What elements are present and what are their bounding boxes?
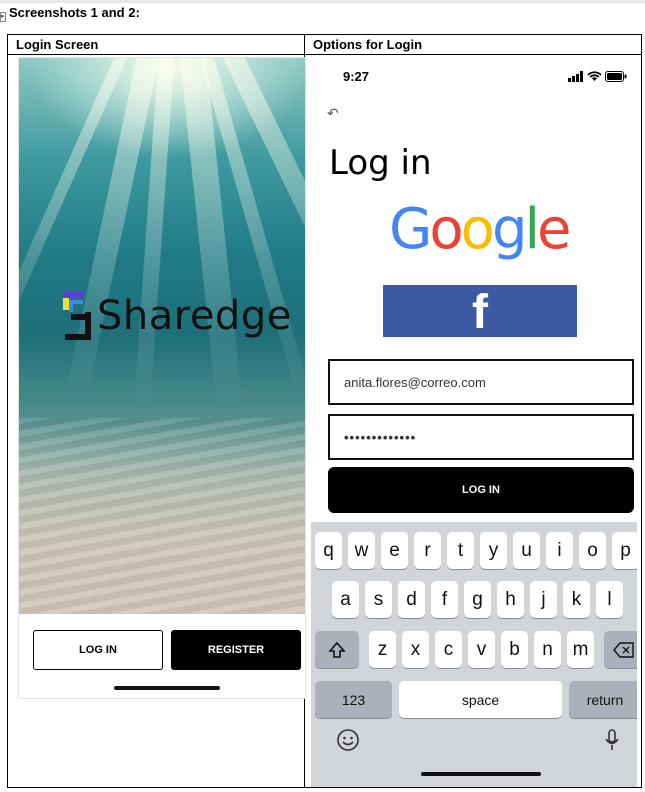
sand-floor bbox=[19, 418, 305, 614]
emoji-icon[interactable] bbox=[335, 727, 361, 753]
battery-icon bbox=[605, 71, 627, 82]
status-time: 9:27 bbox=[343, 69, 370, 84]
facebook-icon: f bbox=[472, 286, 488, 339]
keyboard-row-2: asdfghjkl bbox=[332, 581, 623, 618]
key-j[interactable]: j bbox=[530, 581, 557, 618]
wifi-icon bbox=[587, 71, 602, 81]
home-indicator bbox=[421, 772, 541, 776]
login-options-mockup: 9:27 ↶ Log in Google f anita.flores@corr… bbox=[311, 55, 637, 787]
anchor-icon: ▸ bbox=[0, 12, 6, 22]
back-arrow-icon[interactable]: ↶ bbox=[327, 105, 339, 122]
key-m[interactable]: m bbox=[567, 631, 594, 668]
key-i[interactable]: i bbox=[546, 532, 573, 569]
key-e[interactable]: e bbox=[381, 532, 408, 569]
cell-options-login: 9:27 ↶ Log in Google f anita.flores@corr… bbox=[304, 54, 642, 788]
google-letter: g bbox=[491, 197, 528, 262]
top-rule bbox=[0, 0, 645, 3]
key-y[interactable]: y bbox=[480, 532, 507, 569]
shift-key[interactable] bbox=[315, 631, 359, 668]
sharedge-logo: Sharedge bbox=[61, 290, 292, 342]
brand-name: Sharedge bbox=[97, 293, 292, 339]
key-c[interactable]: c bbox=[435, 631, 462, 668]
backspace-icon bbox=[613, 641, 634, 658]
key-s[interactable]: s bbox=[365, 581, 392, 618]
facebook-login-button[interactable]: f bbox=[383, 285, 577, 337]
key-x[interactable]: x bbox=[402, 631, 429, 668]
login-button[interactable]: LOG IN bbox=[33, 630, 163, 670]
keyboard-row-1: qwertyuiop bbox=[315, 532, 637, 569]
key-a[interactable]: a bbox=[332, 581, 359, 618]
key-b[interactable]: b bbox=[501, 631, 528, 668]
google-letter: o bbox=[429, 197, 463, 262]
home-indicator bbox=[114, 686, 220, 690]
signal-icon bbox=[568, 71, 583, 82]
numbers-key[interactable]: 123 bbox=[315, 681, 392, 718]
login-screen-mockup: Sharedge LOG IN REGISTER bbox=[18, 57, 306, 699]
key-u[interactable]: u bbox=[513, 532, 540, 569]
key-z[interactable]: z bbox=[369, 631, 396, 668]
key-q[interactable]: q bbox=[315, 532, 342, 569]
keyboard-row-3: zxcvbnm bbox=[315, 631, 637, 668]
status-icons bbox=[568, 71, 627, 82]
cell-login-screen: Sharedge LOG IN REGISTER bbox=[7, 54, 306, 788]
password-field[interactable]: ••••••••••••• bbox=[328, 414, 634, 460]
google-letter: G bbox=[389, 197, 432, 262]
key-r[interactable]: r bbox=[414, 532, 441, 569]
key-t[interactable]: t bbox=[447, 532, 474, 569]
google-letter: e bbox=[537, 197, 571, 262]
key-l[interactable]: l bbox=[596, 581, 623, 618]
screenshots-table: Login Screen Options for Login Sharedge … bbox=[7, 34, 642, 788]
key-w[interactable]: w bbox=[348, 532, 375, 569]
microphone-icon[interactable] bbox=[599, 727, 625, 753]
on-screen-keyboard: qwertyuiop asdfghjkl zxcvbnm 123 space r… bbox=[311, 522, 637, 787]
key-p[interactable]: p bbox=[612, 532, 637, 569]
document-heading: Screenshots 1 and 2: bbox=[9, 5, 140, 20]
login-title: Log in bbox=[329, 143, 432, 183]
backspace-key[interactable] bbox=[604, 631, 637, 668]
key-v[interactable]: v bbox=[468, 631, 495, 668]
register-button[interactable]: REGISTER bbox=[171, 630, 301, 670]
google-login-button[interactable]: Google bbox=[389, 197, 572, 262]
key-o[interactable]: o bbox=[579, 532, 606, 569]
key-k[interactable]: k bbox=[563, 581, 590, 618]
key-d[interactable]: d bbox=[398, 581, 425, 618]
email-field[interactable]: anita.flores@correo.com bbox=[328, 359, 634, 405]
space-key[interactable]: space bbox=[399, 681, 562, 718]
key-f[interactable]: f bbox=[431, 581, 458, 618]
return-key[interactable]: return bbox=[569, 681, 637, 718]
column-header-options: Options for Login bbox=[304, 34, 642, 55]
login-submit-button[interactable]: LOG IN bbox=[328, 467, 634, 513]
shift-icon bbox=[328, 641, 346, 658]
keyboard-row-4: 123 space return bbox=[315, 681, 637, 718]
key-n[interactable]: n bbox=[534, 631, 561, 668]
sharedge-logo-icon bbox=[63, 292, 91, 340]
key-g[interactable]: g bbox=[464, 581, 491, 618]
google-letter: o bbox=[460, 197, 495, 262]
column-header-login-screen: Login Screen bbox=[7, 34, 305, 55]
google-letter: l bbox=[524, 197, 539, 262]
key-h[interactable]: h bbox=[497, 581, 524, 618]
letter-keys-row-3: zxcvbnm bbox=[369, 631, 594, 668]
